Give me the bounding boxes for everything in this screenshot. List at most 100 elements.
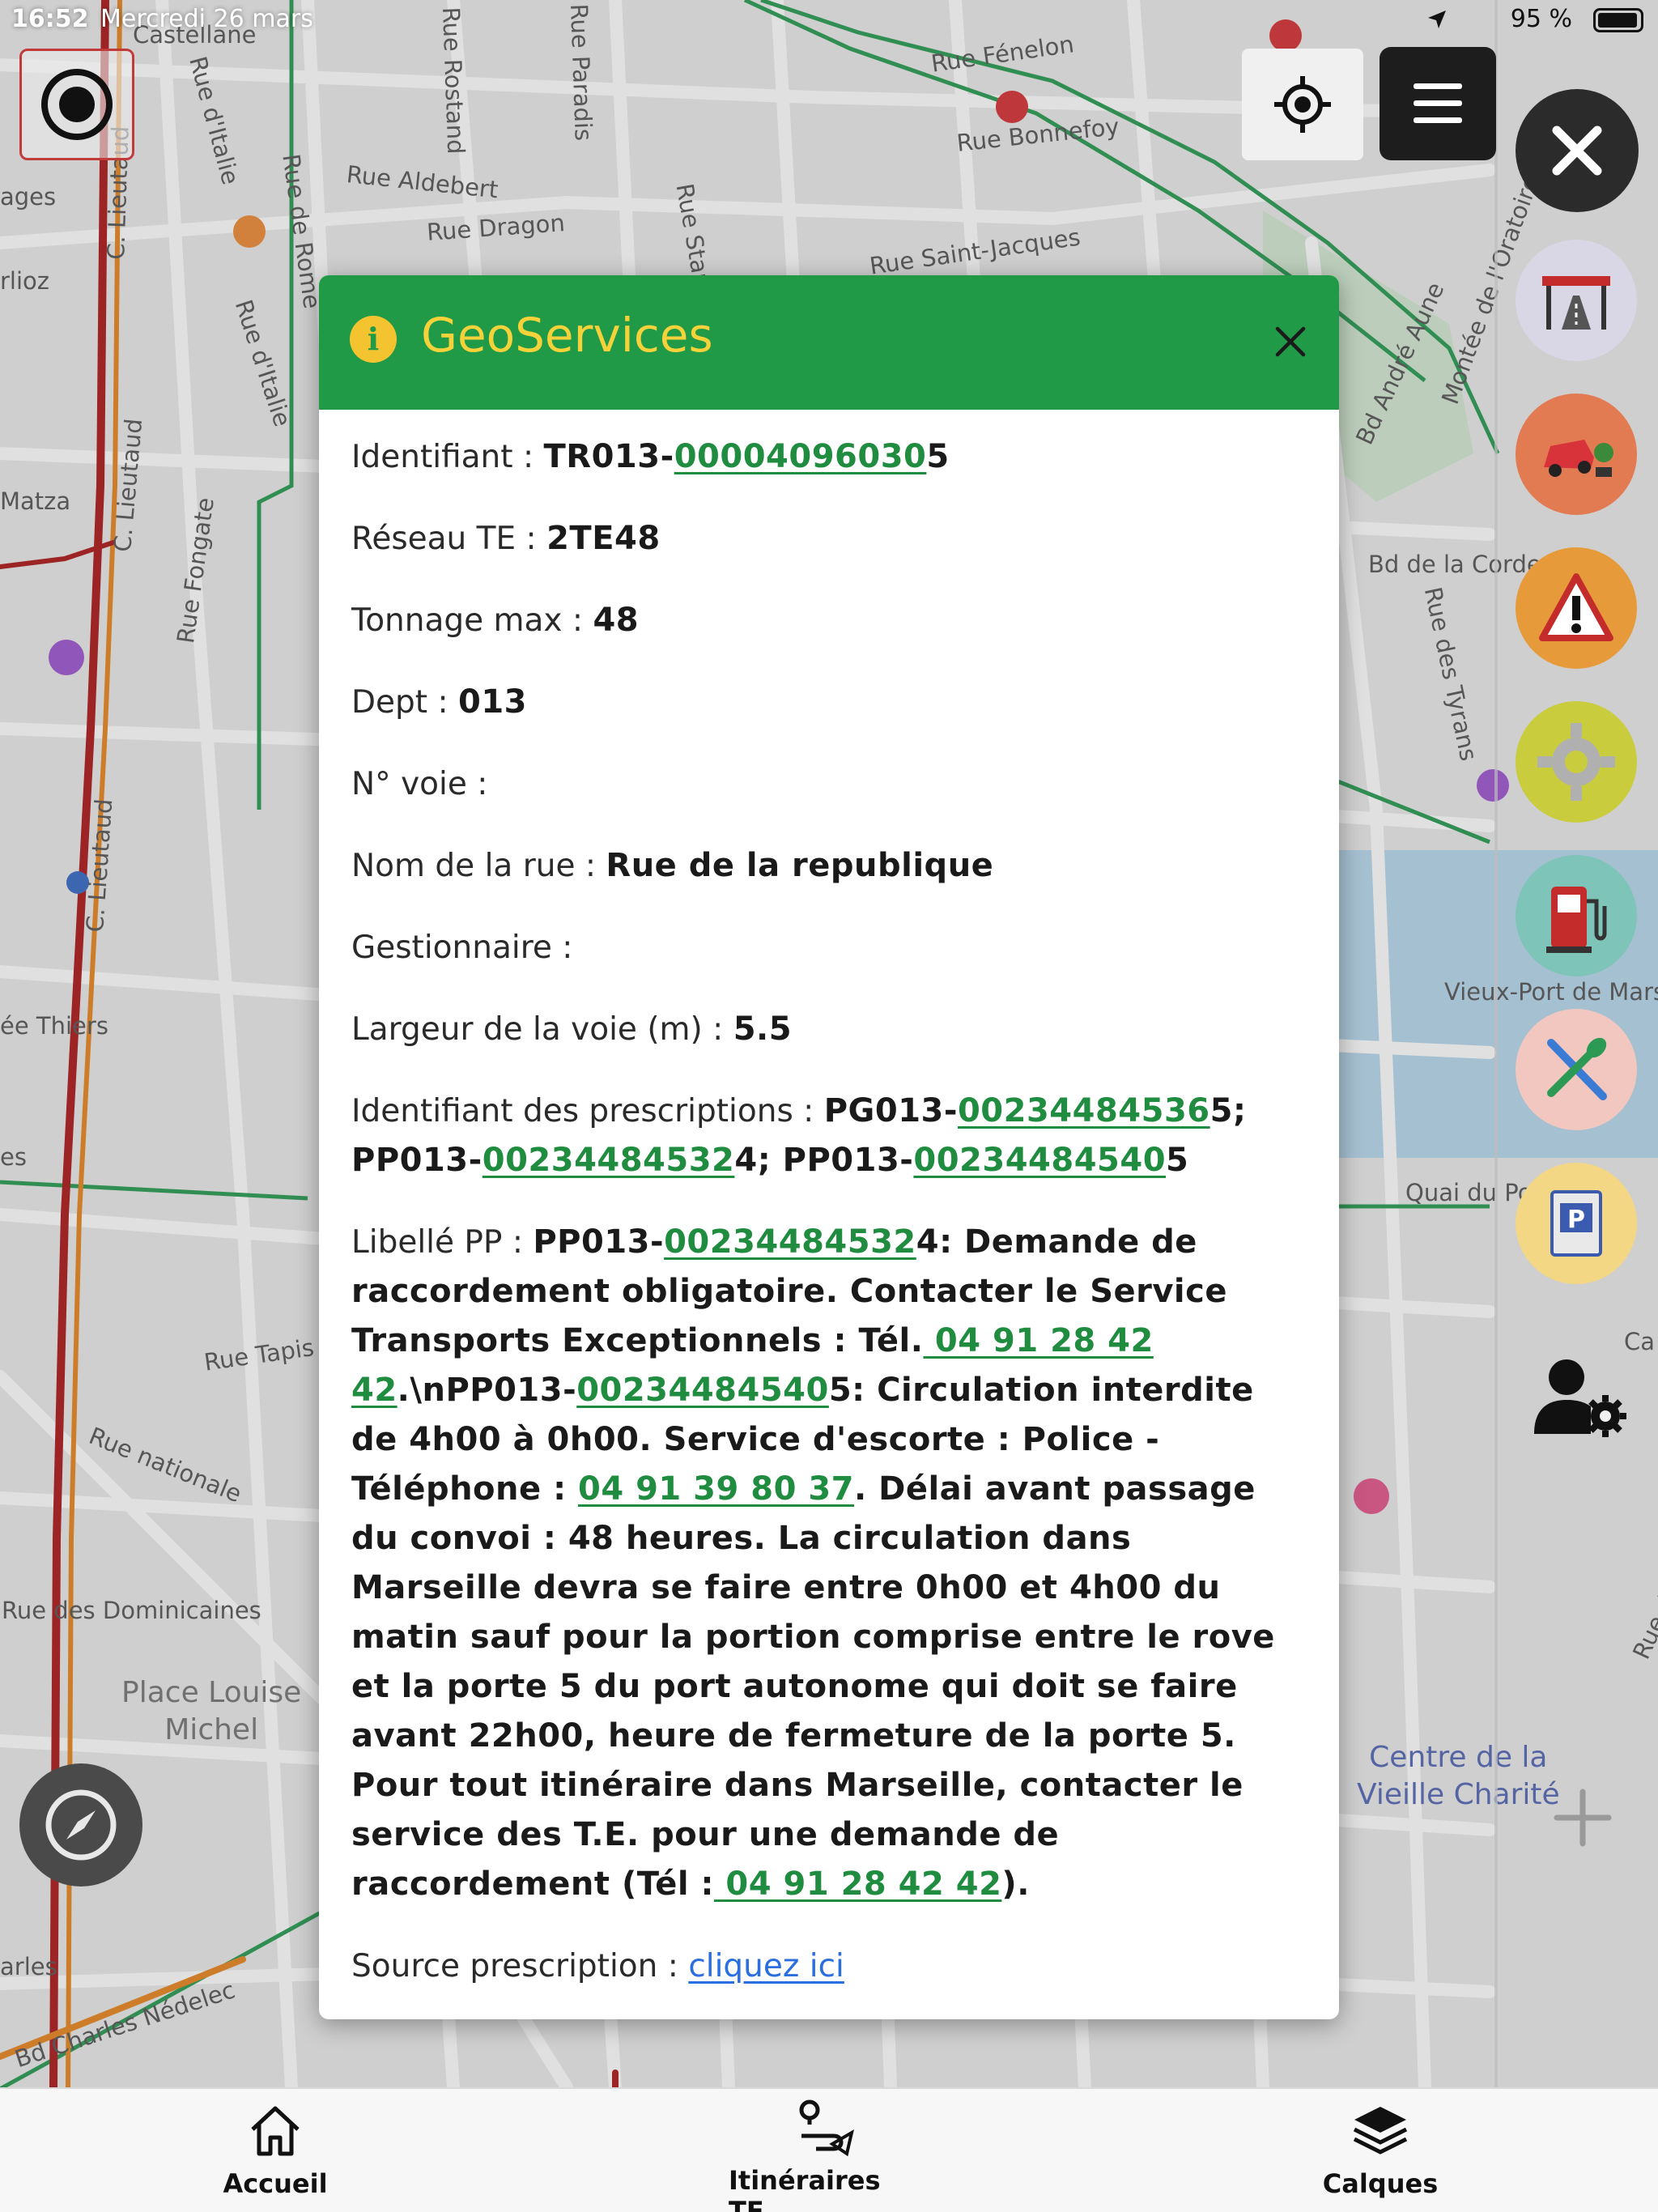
dialog-header: i GeoServices: [319, 275, 1339, 410]
field-value-link[interactable]: 00234484532: [483, 1142, 735, 1179]
field-label: Largeur de la voie (m): [351, 1011, 703, 1048]
fork-knife-icon: [1547, 1037, 1607, 1100]
tab-label: Accueil: [223, 2168, 328, 2199]
field-value: 4; PP013-: [734, 1142, 914, 1179]
record-button[interactable]: [19, 49, 134, 160]
route-icon: [799, 2099, 854, 2157]
field-value-link[interactable]: 00234484532: [664, 1223, 916, 1261]
dialog-title: GeoServices: [421, 308, 713, 363]
field-separator: :: [551, 929, 573, 966]
field-value-link[interactable]: 00004096030: [674, 438, 927, 475]
field-separator: :: [502, 1224, 534, 1261]
field-separator: :: [575, 848, 606, 884]
compass-button[interactable]: [19, 1763, 142, 1887]
tab-label: Calques: [1322, 2168, 1439, 2199]
parking-ticket-icon: P: [1550, 1190, 1602, 1257]
field-separator: :: [466, 766, 488, 802]
warning-layer-button[interactable]: [1516, 547, 1637, 669]
field-separator: :: [512, 439, 544, 475]
field-tonnage: Tonnage max : 48: [351, 596, 1307, 645]
plus-icon: [1554, 1789, 1612, 1847]
accident-layer-button[interactable]: [1516, 393, 1637, 515]
field-prescriptions: Identifiant des prescriptions : PG013-00…: [351, 1087, 1307, 1185]
restaurant-layer-button[interactable]: [1516, 1009, 1637, 1130]
locate-me-button[interactable]: [1242, 49, 1363, 160]
tab-accueil[interactable]: Accueil: [210, 2089, 340, 2212]
field-separator: :: [702, 1011, 733, 1048]
field-value-link[interactable]: 00234484540: [913, 1142, 1166, 1179]
battery-icon: [1593, 8, 1643, 32]
battery-percent: 95 %: [1510, 5, 1572, 33]
field-separator: :: [427, 684, 459, 721]
field-reseau: Réseau TE : 2TE48: [351, 514, 1307, 564]
dialog-close-button[interactable]: [1266, 317, 1315, 366]
field-label: Réseau TE: [351, 521, 517, 557]
info-icon: i: [350, 316, 397, 363]
warning-icon: [1539, 573, 1613, 641]
status-bar: 16:52 Mercredi 26 mars 95 %: [0, 0, 1658, 40]
right-rail-divider: [1494, 0, 1498, 2087]
field-voie: N° voie :: [351, 759, 1307, 809]
bridge-layer-button[interactable]: [1516, 240, 1637, 361]
home-icon: [251, 2106, 300, 2156]
field-value-link[interactable]: 00234484536: [958, 1092, 1210, 1129]
field-value-link[interactable]: 04 91 39 80 37: [578, 1470, 854, 1508]
field-dept: Dept : 013: [351, 678, 1307, 727]
roundabout-icon: [1537, 723, 1615, 801]
field-separator: :: [793, 1093, 824, 1129]
field-value: PP013-: [533, 1223, 665, 1261]
tab-calques[interactable]: Calques: [1312, 2089, 1449, 2212]
field-value-link[interactable]: 04 91 28 42 42: [714, 1865, 1001, 1903]
field-separator: :: [657, 1948, 689, 1984]
field-label: Source prescription: [351, 1948, 658, 1984]
accident-icon: [1544, 440, 1613, 477]
field-largeur: Largeur de la voie (m) : 5.5: [351, 1005, 1307, 1054]
field-label: Nom de la rue: [351, 848, 576, 884]
location-arrow-icon: [1426, 8, 1448, 36]
layers-icon: [1353, 2107, 1408, 2155]
field-label: Libellé PP: [351, 1224, 503, 1261]
user-settings-button[interactable]: [1527, 1352, 1632, 1441]
parking-layer-button[interactable]: P: [1516, 1163, 1637, 1284]
user-gear-icon: [1534, 1359, 1626, 1437]
close-icon: [1552, 125, 1602, 176]
tab-itineraires[interactable]: Itinéraires TE: [729, 2089, 923, 2212]
field-value: . Délai avant passage du convoi : 48 heu…: [351, 1470, 1275, 1903]
field-value: Rue de la republique: [606, 847, 994, 884]
field-value: TR013-: [543, 438, 674, 475]
field-value: 013: [458, 683, 528, 721]
status-time: 16:52: [11, 5, 89, 33]
tab-label: Itinéraires TE: [729, 2165, 881, 2212]
roundabout-layer-button[interactable]: [1516, 701, 1637, 823]
field-identifiant: Identifiant : TR013-000040960305: [351, 432, 1307, 482]
fuel-layer-button[interactable]: [1516, 855, 1637, 976]
field-value: 5: [1166, 1142, 1189, 1179]
record-icon: [41, 69, 113, 140]
menu-button[interactable]: [1380, 47, 1496, 160]
field-separator: :: [562, 602, 593, 639]
status-date: Mercredi 26 mars: [100, 5, 313, 33]
field-label: Identifiant: [351, 439, 513, 475]
zoom-in-button[interactable]: [1546, 1781, 1619, 1854]
field-value: PG013-: [823, 1092, 958, 1129]
dialog-body: Identifiant : TR013-000040960305 Réseau T…: [319, 410, 1339, 1991]
field-value: 48: [593, 602, 640, 639]
field-value: 2TE48: [546, 520, 661, 557]
compass-icon: [45, 1789, 117, 1861]
field-label: N° voie: [351, 766, 467, 802]
field-value: 5: [926, 438, 950, 475]
geoservices-dialog: i GeoServices Identifiant : TR013-000040…: [319, 275, 1339, 2019]
field-libelle: Libellé PP : PP013-002344845324: Demande…: [351, 1218, 1307, 1909]
hamburger-icon: [1414, 83, 1462, 123]
field-label: Tonnage max: [351, 602, 563, 639]
source-link[interactable]: cliquez ici: [688, 1948, 844, 1984]
field-label: Identifiant des prescriptions: [351, 1093, 793, 1129]
close-icon: [1275, 326, 1306, 357]
field-value-link[interactable]: 00234484540: [576, 1372, 829, 1409]
svg-text:P: P: [1567, 1206, 1585, 1234]
field-separator: :: [516, 521, 547, 557]
field-rue: Nom de la rue : Rue de la republique: [351, 841, 1307, 891]
field-label: Dept: [351, 684, 428, 721]
field-label: Gestionnaire: [351, 929, 552, 966]
close-panel-button[interactable]: [1516, 89, 1639, 212]
